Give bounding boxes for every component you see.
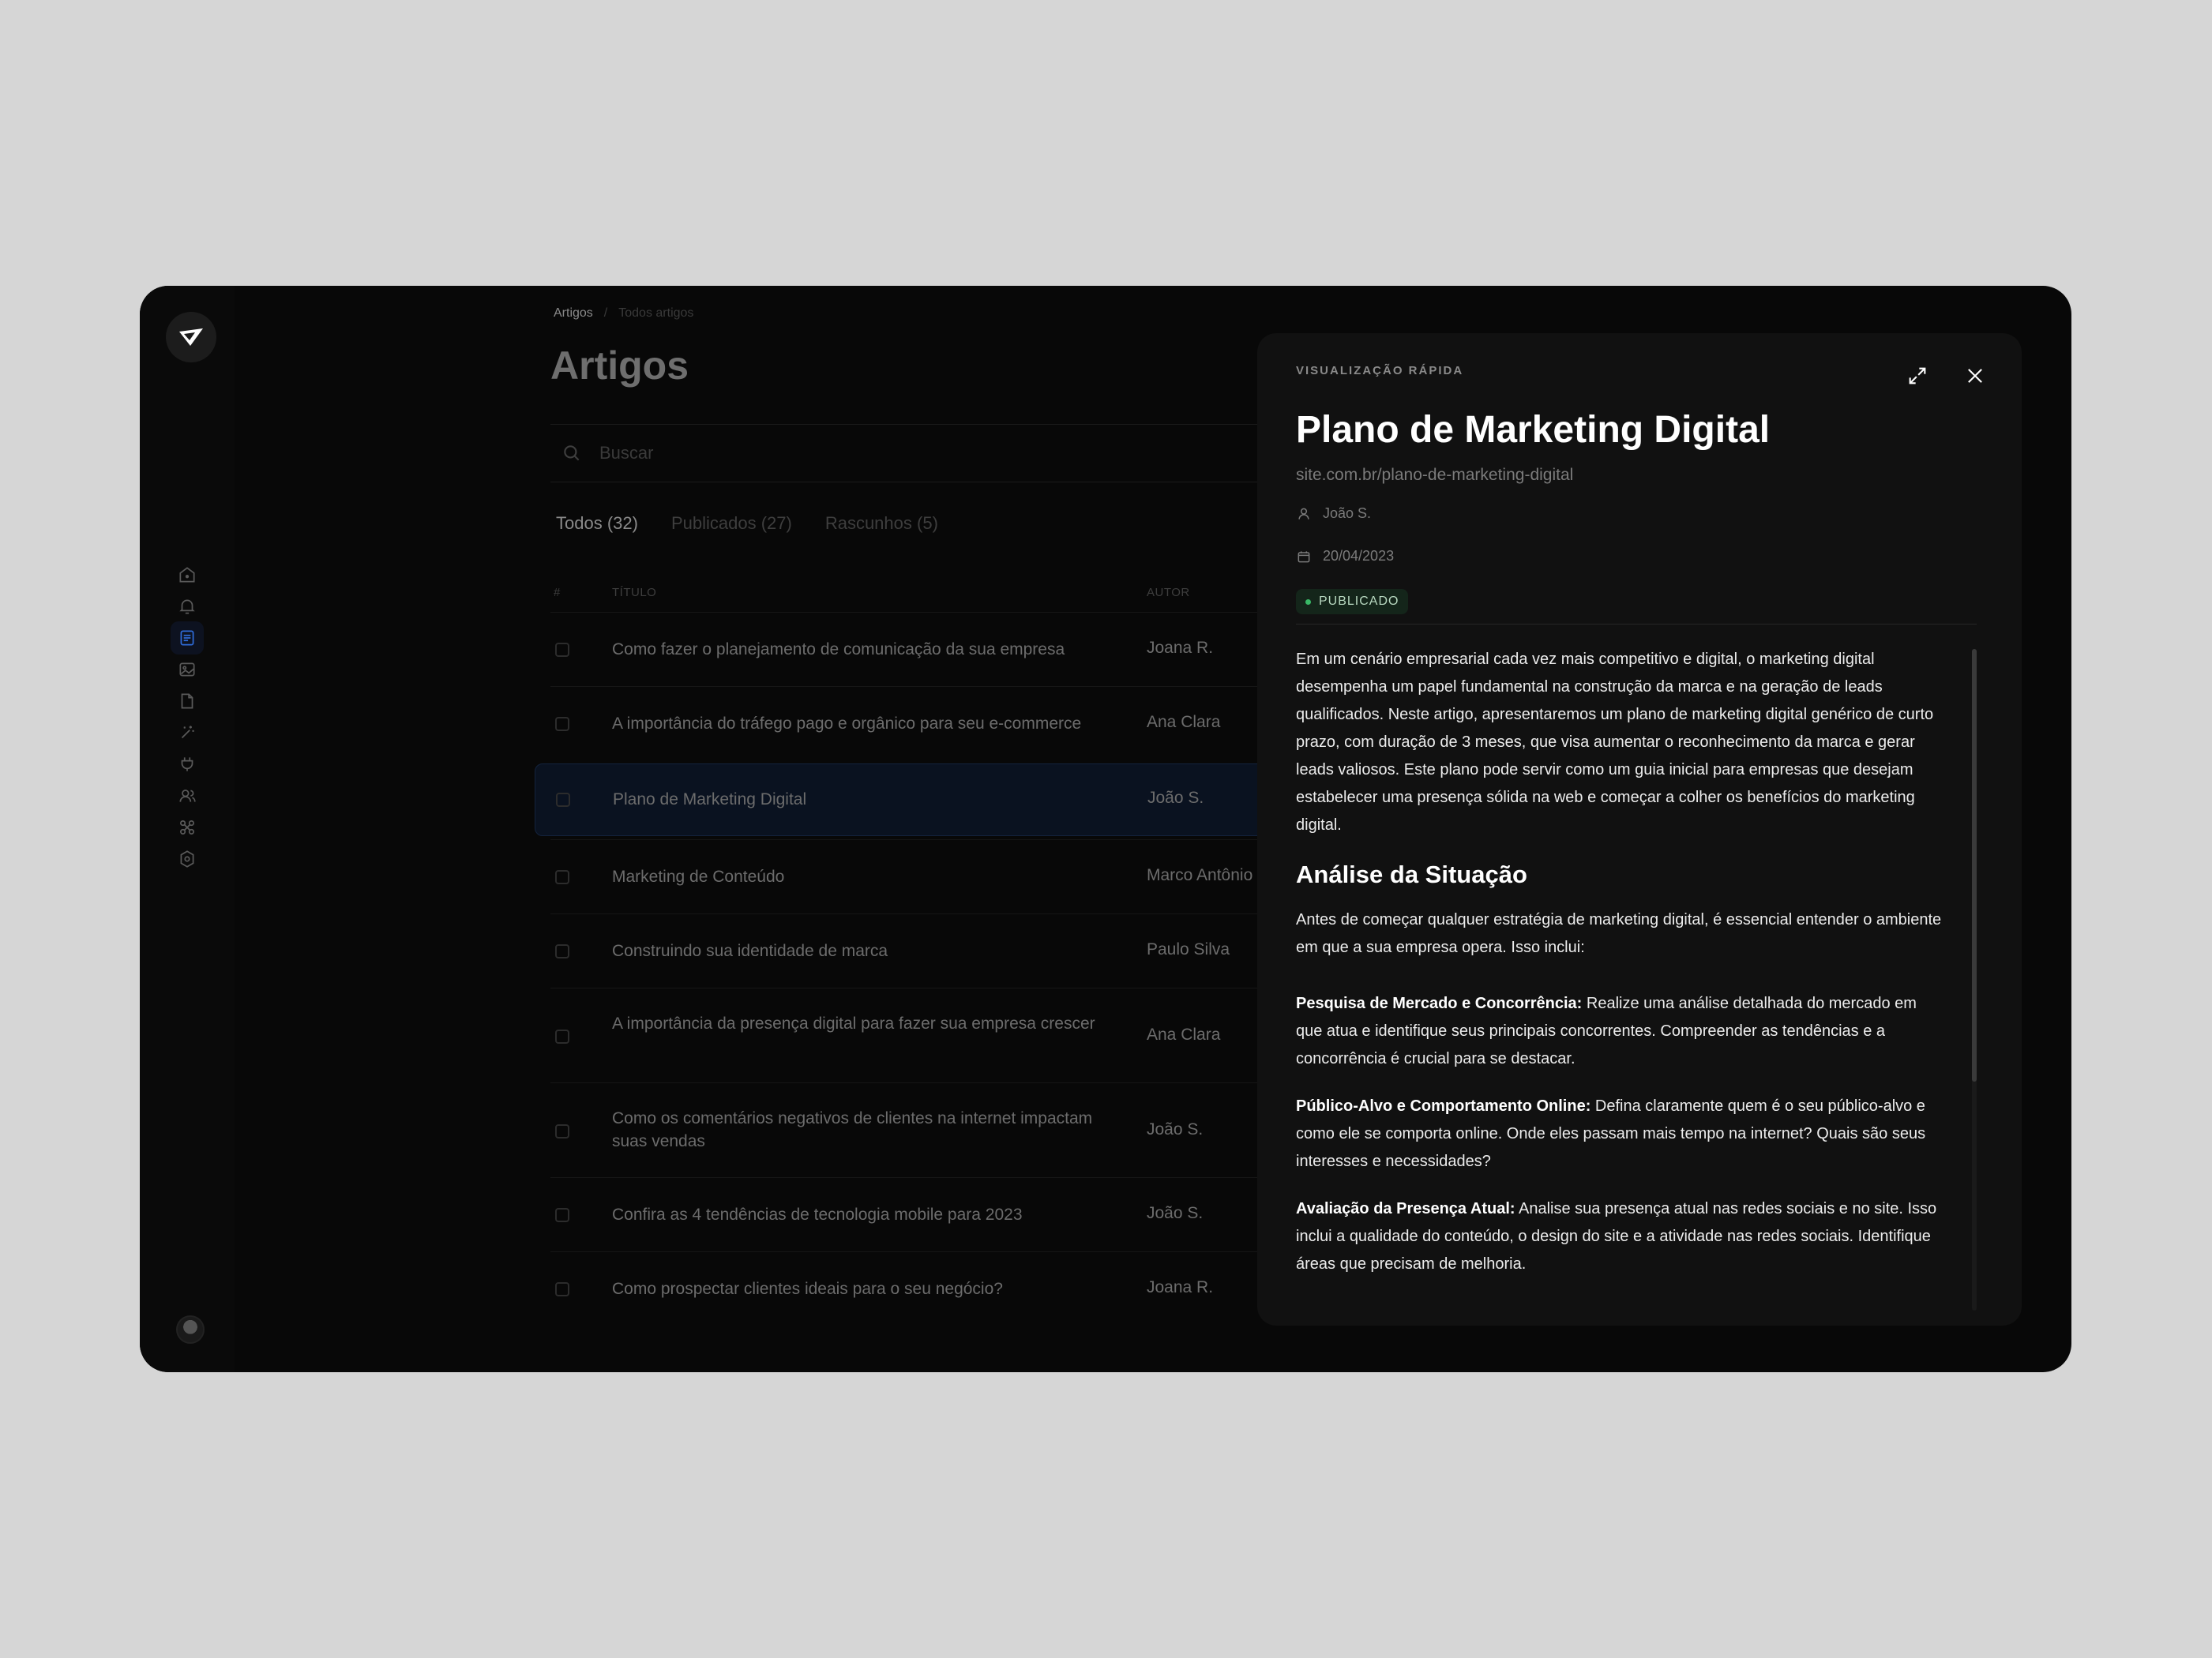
tab-rascunhos[interactable]: Rascunhos (5) [825, 513, 938, 534]
filter-tabs: Todos (32) Publicados (27) Rascunhos (5) [556, 513, 938, 534]
article-intro: Em um cenário empresarial cada vez mais … [1296, 651, 1934, 834]
item-label: Público-Alvo e Comportamento Online: [1296, 1097, 1591, 1115]
user-icon [1298, 508, 1309, 520]
page-title: Artigos [550, 343, 689, 388]
row-checkbox[interactable] [556, 793, 570, 807]
divider [1296, 624, 1977, 625]
status-dot-icon [1305, 598, 1311, 605]
sidebar [140, 286, 235, 1372]
row-checkbox[interactable] [555, 643, 569, 657]
article-author: João S. [1296, 505, 1371, 522]
row-checkbox[interactable] [555, 1030, 569, 1044]
column-header-author[interactable]: AUTOR [1147, 586, 1190, 599]
row-author: Ana Clara [1147, 1026, 1221, 1044]
scrollbar-thumb[interactable] [1972, 649, 1977, 1082]
search-icon [564, 445, 580, 461]
article-url[interactable]: site.com.br/plano-de-marketing-digital [1296, 466, 1573, 485]
expand-icon [1909, 367, 1926, 384]
panel-eyebrow: VISUALIZAÇÃO RÁPIDA [1296, 364, 1464, 377]
column-header-title[interactable]: TÍTULO [612, 586, 656, 599]
section-intro: Antes de começar qualquer estratégia de … [1296, 911, 1942, 956]
article-icon[interactable] [171, 621, 204, 655]
image-icon[interactable] [171, 653, 204, 686]
item-label: Pesquisa de Mercado e Concorrência: [1296, 995, 1583, 1012]
bell-icon[interactable] [171, 590, 204, 623]
plug-icon[interactable] [171, 748, 204, 781]
row-checkbox[interactable] [555, 1208, 569, 1222]
avatar[interactable] [176, 1315, 205, 1344]
row-author: João S. [1147, 1204, 1204, 1222]
tab-todos[interactable]: Todos (32) [556, 513, 638, 534]
author-name: João S. [1323, 505, 1372, 521]
row-checkbox[interactable] [555, 870, 569, 884]
row-title[interactable]: A importância do tráfego pago e orgânico… [612, 712, 1117, 735]
row-checkbox[interactable] [555, 944, 569, 958]
app-window: Artigos / Todos artigos Artigos Buscar T… [140, 286, 2071, 1372]
row-author: Joana R. [1147, 639, 1214, 657]
content-item: Avaliação da Presença Atual: Analise sua… [1296, 1195, 1943, 1278]
row-author: Paulo Silva [1147, 940, 1230, 958]
scrollbar[interactable] [1972, 649, 1977, 1311]
row-checkbox[interactable] [555, 1282, 569, 1296]
quick-view-panel: VISUALIZAÇÃO RÁPIDA Plano de Marketing D… [1257, 333, 2022, 1326]
article-content: Em um cenário empresarial cada vez mais … [1296, 646, 1943, 1298]
home-icon[interactable] [171, 558, 204, 591]
content-item: Pesquisa de Mercado e Concorrência: Real… [1296, 990, 1943, 1073]
row-title[interactable]: Como fazer o planejamento de comunicação… [612, 638, 1117, 661]
row-author: João S. [1147, 789, 1204, 807]
row-author: Ana Clara [1147, 713, 1221, 731]
row-title[interactable]: Como prospectar clientes ideais para o s… [612, 1277, 1117, 1300]
row-title[interactable]: Construindo sua identidade de marca [612, 940, 1117, 962]
row-title[interactable]: Confira as 4 tendências de tecnologia mo… [612, 1203, 1117, 1226]
article-title: Plano de Marketing Digital [1296, 409, 1771, 451]
row-title[interactable]: Como os comentários negativos de cliente… [612, 1107, 1117, 1153]
breadcrumb-root[interactable]: Artigos [554, 306, 593, 321]
magic-wand-icon[interactable] [171, 716, 204, 749]
row-title[interactable]: Plano de Marketing Digital [613, 788, 1118, 811]
close-button[interactable] [1959, 360, 1991, 392]
breadcrumb: Artigos / Todos artigos [554, 306, 693, 321]
column-header-index: # [554, 586, 561, 599]
breadcrumb-separator: / [603, 306, 608, 320]
row-checkbox[interactable] [555, 717, 569, 731]
content-item: Público-Alvo e Comportamento Online: Def… [1296, 1093, 1943, 1176]
integrations-icon[interactable] [171, 811, 204, 844]
tab-publicados[interactable]: Publicados (27) [671, 513, 792, 534]
row-title[interactable]: Marketing de Conteúdo [612, 865, 1117, 888]
calendar-icon [1298, 550, 1310, 562]
expand-button[interactable] [1902, 360, 1933, 392]
row-checkbox[interactable] [555, 1124, 569, 1138]
settings-icon[interactable] [171, 842, 204, 876]
row-author: Marco Antônio [1147, 866, 1253, 884]
logo[interactable] [166, 312, 216, 362]
close-icon [1968, 369, 1982, 383]
users-icon[interactable] [171, 779, 204, 812]
search-input[interactable]: Buscar [599, 443, 653, 463]
item-label: Avaliação da Presença Atual: [1296, 1200, 1515, 1217]
file-icon[interactable] [171, 685, 204, 718]
logo-mark-icon [179, 328, 203, 346]
article-date: 20/04/2023 [1296, 548, 1394, 565]
row-author: Joana R. [1147, 1278, 1214, 1296]
date-value: 20/04/2023 [1323, 548, 1395, 564]
status-label: PUBLICADO [1319, 595, 1399, 608]
status-badge: PUBLICADO [1296, 589, 1409, 614]
section-heading: Análise da Situação [1296, 861, 1527, 888]
row-author: João S. [1147, 1120, 1204, 1138]
breadcrumb-current: Todos artigos [618, 306, 694, 320]
row-title[interactable]: A importância da presença digital para f… [612, 1012, 1117, 1035]
